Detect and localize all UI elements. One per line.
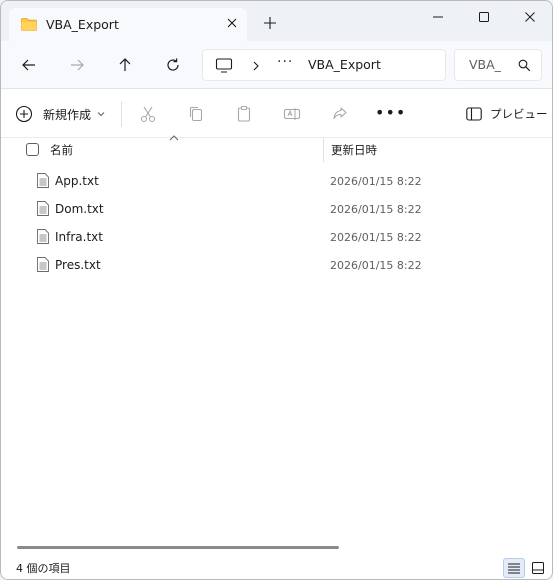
share-icon <box>333 107 347 120</box>
status-bar: 4 個の項目 <box>1 556 552 579</box>
preview-pane-icon <box>466 107 482 121</box>
rename-button[interactable] <box>282 104 302 124</box>
paste-icon <box>237 105 251 122</box>
toolbar-divider <box>121 101 122 127</box>
file-explorer-window: VBA_Export ··· VBA_Export VBA_ 新規作成 ••• … <box>0 0 553 580</box>
column-header-modified[interactable]: 更新日時 <box>331 142 377 158</box>
forward-button[interactable] <box>65 53 89 77</box>
tiles-view-button[interactable] <box>527 558 549 578</box>
search-input[interactable]: VBA_ <box>469 57 501 72</box>
close-tab-icon[interactable] <box>223 14 241 32</box>
paste-button[interactable] <box>234 104 254 124</box>
arrow-left-icon <box>22 59 35 71</box>
text-file-icon <box>37 257 49 272</box>
file-modified: 2026/01/15 8:22 <box>330 175 422 188</box>
column-header-name[interactable]: 名前 <box>50 142 73 158</box>
select-all-checkbox[interactable] <box>26 143 39 156</box>
tab-title: VBA_Export <box>46 17 119 32</box>
file-name: Dom.txt <box>55 202 104 216</box>
column-resize-handle[interactable] <box>323 138 324 162</box>
back-button[interactable] <box>17 53 41 77</box>
file-row[interactable]: Infra.txt 2026/01/15 8:22 <box>1 223 552 251</box>
new-tab-icon[interactable] <box>262 15 278 31</box>
address-overflow-button[interactable]: ··· <box>277 54 293 70</box>
file-name: Pres.txt <box>55 258 101 272</box>
tile-view-icon <box>532 562 544 574</box>
new-button[interactable]: 新規作成 <box>15 102 105 126</box>
maximize-button[interactable] <box>461 1 507 33</box>
chevron-right-icon[interactable] <box>251 58 261 74</box>
copy-icon <box>189 106 203 122</box>
details-view-button[interactable] <box>503 558 525 578</box>
file-row[interactable]: Pres.txt 2026/01/15 8:22 <box>1 251 552 279</box>
search-icon <box>518 59 531 72</box>
preview-button-label: プレビュー <box>490 107 548 121</box>
add-circle-icon <box>15 105 33 123</box>
file-name: App.txt <box>55 174 99 188</box>
navigation-bar: ··· VBA_Export VBA_ <box>1 41 552 89</box>
column-header: 名前 更新日時 <box>1 135 552 162</box>
refresh-button[interactable] <box>161 53 185 77</box>
file-modified: 2026/01/15 8:22 <box>330 259 422 272</box>
file-row[interactable]: Dom.txt 2026/01/15 8:22 <box>1 195 552 223</box>
computer-icon <box>215 58 233 73</box>
folder-icon <box>21 18 37 31</box>
text-file-icon <box>37 201 49 216</box>
sort-ascending-icon <box>169 135 179 141</box>
tab-vba-export[interactable]: VBA_Export <box>9 8 247 41</box>
file-row[interactable]: App.txt 2026/01/15 8:22 <box>1 167 552 195</box>
close-window-button[interactable] <box>507 1 552 33</box>
item-count: 4 個の項目 <box>16 562 71 575</box>
preview-button[interactable]: プレビュー <box>466 104 548 124</box>
chevron-down-icon <box>97 112 105 117</box>
copy-button[interactable] <box>186 104 206 124</box>
list-view-icon <box>508 563 520 573</box>
minimize-icon <box>433 16 443 18</box>
cut-button[interactable] <box>138 104 158 124</box>
rename-icon <box>283 108 301 120</box>
new-button-label: 新規作成 <box>43 107 92 122</box>
arrow-right-icon <box>71 59 84 71</box>
arrow-up-icon <box>119 58 131 71</box>
search-box[interactable]: VBA_ <box>454 49 542 81</box>
text-file-icon <box>37 229 49 244</box>
title-bar: VBA_Export <box>1 1 552 41</box>
up-button[interactable] <box>113 53 137 77</box>
see-more-button[interactable]: ••• <box>375 103 406 122</box>
cut-icon <box>140 106 156 123</box>
maximize-icon <box>479 12 489 22</box>
minimize-button[interactable] <box>415 1 461 33</box>
share-button[interactable] <box>330 104 350 124</box>
close-icon <box>525 12 535 22</box>
file-modified: 2026/01/15 8:22 <box>330 231 422 244</box>
file-name: Infra.txt <box>55 230 103 244</box>
horizontal-scrollbar[interactable] <box>17 546 339 549</box>
address-path[interactable]: VBA_Export <box>308 57 381 72</box>
file-modified: 2026/01/15 8:22 <box>330 203 422 216</box>
refresh-icon <box>167 58 179 71</box>
text-file-icon <box>37 173 49 188</box>
address-bar[interactable]: ··· VBA_Export <box>202 49 446 81</box>
command-bar: 新規作成 ••• プレビュー <box>1 89 552 138</box>
